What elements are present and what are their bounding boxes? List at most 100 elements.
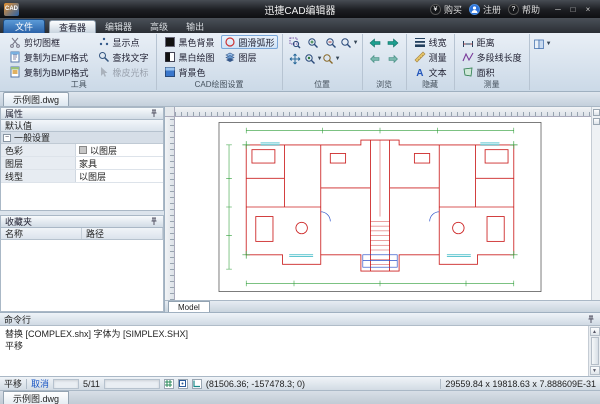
zoom-previous-dropdown[interactable]: ▼ xyxy=(323,51,340,66)
view-back-button[interactable] xyxy=(367,51,384,66)
text-icon: A xyxy=(414,66,426,78)
find-text-button[interactable]: 查找文字 xyxy=(95,50,152,64)
group-label-measure: 测量 xyxy=(455,80,529,90)
command-header: 命令行 xyxy=(0,313,600,326)
ribbon: 剪切图框 复制为EMF格式 复制为BMP格式 显示点 查找文 xyxy=(0,33,600,92)
scroll-thumb[interactable] xyxy=(591,337,599,365)
drawing-book-dropdown[interactable]: ▼ xyxy=(534,36,551,51)
command-line-1: 替换 [COMPLEX.shx] 字体为 [SIMPLEX.SHX] xyxy=(5,328,584,340)
property-row[interactable]: 线型 以图层 xyxy=(1,170,163,183)
zoom-scale-dropdown[interactable]: ▼ xyxy=(341,35,358,50)
layers-button[interactable]: 图层 xyxy=(221,50,278,64)
zoom-extents-dropdown[interactable]: ▼ xyxy=(305,51,322,66)
cancel-button[interactable]: 取消 xyxy=(31,377,49,390)
page-indicator: 5/11 xyxy=(83,379,100,389)
group-measure: 距离 多段线长度 面积 测量 xyxy=(455,34,530,90)
model-tab-bar: Model xyxy=(165,300,600,312)
color-swatch[interactable] xyxy=(79,146,87,154)
drawing-canvas[interactable] xyxy=(165,107,600,300)
distance-icon xyxy=(462,36,474,48)
background-color-icon xyxy=(164,66,176,78)
zoom-window-button[interactable] xyxy=(287,35,304,50)
command-scrollbar[interactable]: ▲ ▼ xyxy=(588,326,600,376)
zoom-scale-icon xyxy=(340,37,352,49)
smooth-arc-icon xyxy=(224,36,236,48)
favorites-col-path[interactable]: 路径 xyxy=(82,228,163,239)
find-text-icon xyxy=(98,51,110,63)
user-icon xyxy=(469,4,480,15)
black-background-icon xyxy=(164,36,176,48)
zoom-in-icon xyxy=(307,37,319,49)
arrow-left-icon xyxy=(369,37,381,49)
black-background-button[interactable]: 黑色背景 xyxy=(161,35,218,49)
document-tab[interactable]: 示例图.dwg xyxy=(3,92,69,106)
cad-floorplan-drawing[interactable] xyxy=(215,121,545,293)
polyline-length-button[interactable]: 多段线长度 xyxy=(459,50,525,64)
bottom-document-tab[interactable]: 示例图.dwg xyxy=(3,391,69,404)
tab-advanced[interactable]: 高级 xyxy=(141,20,177,33)
panel-toggle-icon[interactable] xyxy=(593,118,600,125)
tab-editor[interactable]: 编辑器 xyxy=(96,20,141,33)
property-row[interactable]: 图层 家具 xyxy=(1,157,163,170)
status-bar: 平移 取消 5/11 (81506.36; -157478.3; 0) 2955… xyxy=(0,376,600,390)
area-button[interactable]: 面积 xyxy=(459,65,525,79)
favorites-header: 收藏夹 xyxy=(0,215,164,228)
bw-drawing-button[interactable]: 黑白绘图 xyxy=(161,50,218,64)
scroll-down-icon[interactable]: ▼ xyxy=(590,366,600,375)
line-width-icon xyxy=(414,36,426,48)
pin-icon[interactable] xyxy=(587,315,596,324)
zoom-in-button[interactable] xyxy=(305,35,322,50)
emf-document-icon xyxy=(9,51,21,63)
buy-button[interactable]: ¥ 购买 xyxy=(430,3,462,16)
arrow-left-page-icon xyxy=(369,53,381,65)
show-points-button[interactable]: 显示点 xyxy=(95,35,152,49)
close-button[interactable]: × xyxy=(581,3,595,15)
model-tab[interactable]: Model xyxy=(168,301,210,312)
linewidth-toggle[interactable]: 线宽 xyxy=(411,35,450,49)
collapse-icon[interactable]: − xyxy=(3,134,11,142)
arrow-right-page-icon xyxy=(387,53,399,65)
canvas-column: Model xyxy=(165,107,600,312)
app-logo-icon: CAD xyxy=(4,3,19,16)
properties-section[interactable]: − 一般设置 xyxy=(1,132,163,144)
pin-icon[interactable] xyxy=(150,109,159,118)
tab-viewer[interactable]: 查看器 xyxy=(49,20,96,33)
titlebar: CAD 迅捷CAD编辑器 ¥ 购买 注册 ? 帮助 ─ □ × xyxy=(0,0,600,18)
minimize-button[interactable]: ─ xyxy=(551,3,565,15)
snap-toggle-icon[interactable] xyxy=(178,379,188,389)
copy-bmp-button[interactable]: 复制为BMP格式 xyxy=(6,65,92,79)
ruler-corner xyxy=(165,107,175,117)
ruler-icon xyxy=(414,51,426,63)
eraser-cursor-button[interactable]: 橡皮光标 xyxy=(95,65,152,79)
favorites-col-name[interactable]: 名称 xyxy=(1,228,82,239)
background-color-button[interactable]: 背景色 xyxy=(161,65,218,79)
view-forward-button[interactable] xyxy=(385,51,402,66)
dropdown-caret-icon: ▼ xyxy=(353,40,359,46)
browse-back-button[interactable] xyxy=(367,35,384,50)
clip-frame-button[interactable]: 剪切图框 xyxy=(6,35,92,49)
panel-toggle-icon[interactable] xyxy=(593,109,600,116)
distance-button[interactable]: 距离 xyxy=(459,35,525,49)
pan-button[interactable] xyxy=(287,51,304,66)
pin-icon[interactable] xyxy=(150,217,159,226)
command-panel: 命令行 替换 [COMPLEX.shx] 字体为 [SIMPLEX.SHX] 平… xyxy=(0,312,600,376)
copy-emf-button[interactable]: 复制为EMF格式 xyxy=(6,50,92,64)
text-toggle[interactable]: A 文本 xyxy=(411,65,450,79)
maximize-button[interactable]: □ xyxy=(566,3,580,15)
ortho-toggle-icon[interactable] xyxy=(192,379,202,389)
bottom-tab-bar: 示例图.dwg xyxy=(0,390,600,404)
tab-file[interactable]: 文件 xyxy=(3,19,45,33)
drawing-extents: 29559.84 x 19818.63 x 7.888609E-31 xyxy=(445,379,596,389)
property-row[interactable]: 色彩 以图层 xyxy=(1,144,163,157)
tab-output[interactable]: 输出 xyxy=(177,20,213,33)
grid-toggle-icon[interactable] xyxy=(164,379,174,389)
favorites-list[interactable] xyxy=(0,240,164,312)
zoom-out-button[interactable] xyxy=(323,35,340,50)
register-button[interactable]: 注册 xyxy=(469,3,501,16)
smooth-arc-toggle[interactable]: 圆滑弧形 xyxy=(221,35,278,49)
scroll-up-icon[interactable]: ▲ xyxy=(590,327,600,336)
help-button[interactable]: ? 帮助 xyxy=(508,3,540,16)
measurements-toggle[interactable]: 测量 xyxy=(411,50,450,64)
command-history[interactable]: 替换 [COMPLEX.shx] 字体为 [SIMPLEX.SHX] 平移 ▲ … xyxy=(0,326,600,376)
browse-forward-button[interactable] xyxy=(385,35,402,50)
